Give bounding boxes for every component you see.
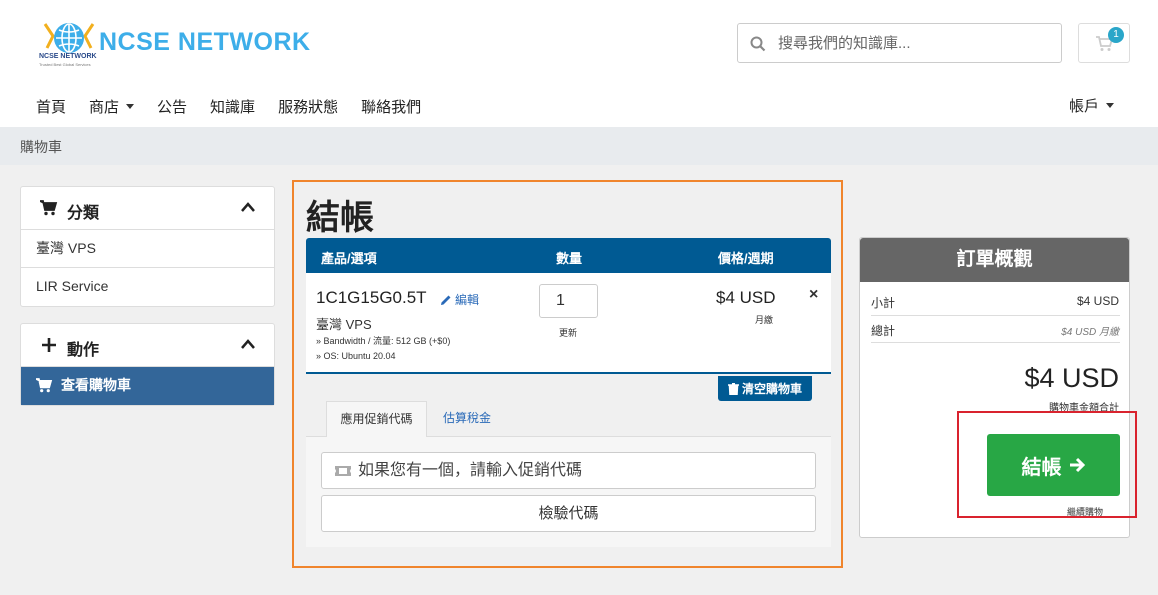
chevron-up-icon: [241, 339, 255, 349]
column-price: 價格/週期: [718, 251, 774, 266]
top-header: NCSE NETWORK NCSE NETWORK Trusted Best G…: [0, 0, 1158, 127]
remove-item-icon[interactable]: ×: [809, 286, 818, 304]
total-recurring: $4 USD 月繳: [1061, 327, 1119, 338]
ticket-icon: [335, 466, 351, 476]
cart-item-row: 1C1G15G0.5T 編輯 臺灣 VPS » Bandwidth / 流量: …: [306, 273, 831, 374]
column-qty: 數量: [556, 251, 583, 266]
chevron-down-icon: [1106, 103, 1115, 108]
sidebar-item-view-cart[interactable]: 查看購物車: [21, 367, 274, 405]
column-product: 產品/選項: [321, 251, 377, 266]
summary-divider: [871, 342, 1120, 343]
validate-code-button[interactable]: 檢驗代碼: [321, 495, 816, 532]
nav-account-label: 帳戶: [1069, 98, 1100, 115]
billing-cycle: 月繳: [755, 315, 774, 325]
tab-apply-promo[interactable]: 應用促銷代碼: [326, 401, 427, 437]
cart-table-header: 產品/選項 數量 價格/週期: [306, 238, 831, 273]
item-price: $4 USD: [716, 288, 776, 307]
cart-button[interactable]: 1: [1078, 23, 1130, 63]
sidebar-item-taiwan-vps[interactable]: 臺灣 VPS: [21, 230, 274, 268]
actions-title: 動作: [67, 342, 100, 359]
total-due: $4 USD: [1024, 363, 1119, 393]
nav-announcements[interactable]: 公告: [157, 95, 187, 117]
page-title: 結帳: [306, 199, 374, 237]
main-nav: 首頁 商店 公告 知識庫 服務狀態 聯絡我們: [36, 95, 444, 117]
nav-store[interactable]: 商店: [89, 95, 135, 117]
sidebar-item-lir-service[interactable]: LIR Service: [21, 268, 274, 306]
subtotal-value: $4 USD: [1076, 294, 1119, 308]
trash-icon: [727, 382, 739, 395]
checkout-main-highlight: 結帳 產品/選項 數量 價格/週期 1C1G15G0.5T 編輯 臺灣 VPS …: [292, 180, 843, 568]
nav-store-label: 商店: [89, 98, 120, 116]
cart-count-badge: 1: [1108, 27, 1124, 43]
nav-knowledgebase[interactable]: 知識庫: [210, 95, 255, 117]
empty-cart-label: 清空購物車: [741, 382, 802, 396]
actions-panel: 動作 查看購物車: [20, 323, 275, 406]
subtotal-label: 小計: [871, 296, 896, 310]
breadcrumb: 購物車: [0, 127, 1158, 165]
total-label: 總計: [871, 324, 896, 338]
checkout-highlight: [957, 411, 1137, 518]
tab-estimate-tax[interactable]: 估算稅金: [434, 401, 500, 437]
nav-contact[interactable]: 聯絡我們: [361, 95, 421, 117]
edit-product-link[interactable]: 編輯: [440, 291, 479, 308]
breadcrumb-current: 購物車: [20, 139, 62, 155]
product-option-os: » OS: Ubuntu 20.04: [316, 351, 396, 361]
site-logo[interactable]: NCSE NETWORK NCSE NETWORK Trusted Best G…: [37, 20, 327, 68]
plus-icon: [42, 338, 56, 352]
chevron-up-icon: [241, 202, 255, 212]
nav-service-status[interactable]: 服務狀態: [278, 95, 338, 117]
pencil-icon: [441, 295, 451, 305]
summary-divider: [871, 315, 1120, 316]
chevron-down-icon: [126, 103, 135, 109]
product-name: 1C1G15G0.5T: [316, 288, 427, 307]
search-icon: [750, 36, 766, 52]
quantity-input[interactable]: [539, 284, 598, 318]
nav-account[interactable]: 帳戶: [1069, 95, 1115, 116]
logo-tagline: Trusted Best Global Services: [39, 62, 91, 67]
nav-home[interactable]: 首頁: [36, 95, 66, 117]
product-group: 臺灣 VPS: [316, 317, 372, 332]
sidebar-item-label: 查看購物車: [61, 377, 131, 393]
order-summary-title: 訂單概觀: [860, 238, 1129, 282]
search-input[interactable]: [778, 24, 1058, 62]
product-option-bandwidth: » Bandwidth / 流量: 512 GB (+$0): [316, 336, 451, 346]
logo-text: NCSE NETWORK: [99, 28, 311, 56]
actions-panel-header[interactable]: 動作: [21, 324, 274, 367]
shopping-cart-icon: [36, 378, 53, 393]
edit-label: 編輯: [455, 293, 480, 307]
logo-globe-icon: [43, 23, 95, 53]
knowledgebase-search: [737, 23, 1062, 63]
categories-panel: 分類 臺灣 VPS LIR Service: [20, 186, 275, 307]
promo-code-field: [321, 452, 816, 489]
shopping-cart-icon: [40, 200, 58, 216]
update-quantity-link[interactable]: 更新: [559, 326, 577, 339]
categories-title: 分類: [67, 205, 100, 222]
empty-cart-button[interactable]: 清空購物車: [718, 376, 812, 401]
promo-code-input[interactable]: [358, 453, 808, 488]
logo-subtext: NCSE NETWORK: [39, 53, 97, 60]
categories-panel-header[interactable]: 分類: [21, 187, 274, 230]
